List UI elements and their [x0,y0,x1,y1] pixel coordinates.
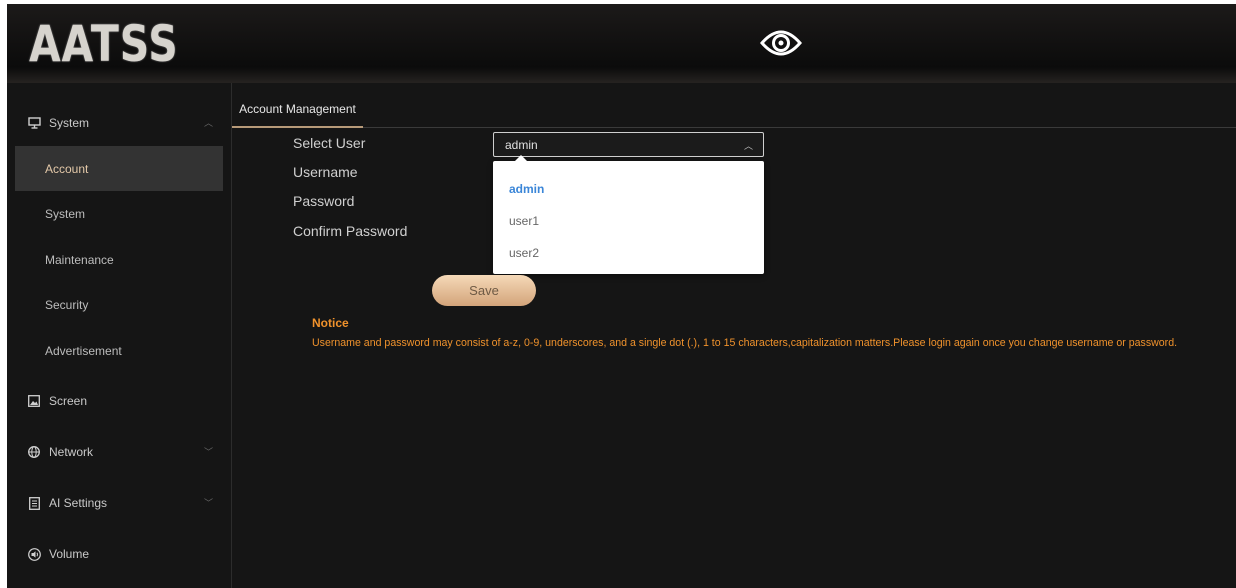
sidebar-item-volume[interactable]: Volume [7,531,223,577]
eye-icon[interactable] [759,23,803,63]
chevron-down-icon: ﹀ [203,447,213,457]
option-user2[interactable]: user2 [509,246,539,260]
confirm-password-label: Confirm Password [293,223,408,239]
speaker-icon [27,547,41,561]
password-label: Password [293,193,355,209]
username-label: Username [293,164,358,180]
sidebar-item-network[interactable]: Network ﹀ [7,429,223,475]
sidebar-item-label: Network [49,445,94,459]
notice-text: Username and password may consist of a-z… [312,337,1178,349]
select-user-dropdown[interactable]: admin ︿ [493,132,764,157]
save-button[interactable]: Save [432,275,536,306]
logo: AATSS [29,15,179,73]
sidebar-item-label: Screen [49,394,88,408]
sidebar-divider [231,83,232,588]
sidebar-item-maintenance[interactable]: Maintenance [15,237,223,282]
header: AATSS [7,4,1236,83]
monitor-icon [27,116,41,130]
image-icon [27,394,41,408]
tab-account-management[interactable]: Account Management [232,92,363,128]
sidebar-item-account[interactable]: Account [15,146,223,191]
select-user-value: admin [505,137,538,152]
chevron-down-icon: ﹀ [203,498,213,508]
sidebar-item-label: AI Settings [49,496,108,510]
sidebar-item-security[interactable]: Security [15,282,223,327]
sidebar-item-advertisement[interactable]: Advertisement [15,328,223,373]
chevron-up-icon: ︿ [743,141,753,151]
globe-icon [27,445,41,459]
sidebar-item-screen[interactable]: Screen [7,378,223,424]
sidebar-item-ai-settings[interactable]: AI Settings ﹀ [7,480,223,526]
select-user-label: Select User [293,135,366,151]
sidebar-item-label: Volume [49,547,90,561]
sidebar: System ︿ Account System Maintenance Secu… [7,83,231,588]
option-user1[interactable]: user1 [509,214,539,228]
notice-title: Notice [312,316,349,330]
document-icon [27,496,41,510]
user-options-menu: admin user1 user2 [493,155,764,274]
option-admin[interactable]: admin [509,182,544,196]
tab-divider [363,127,1236,128]
app-window: AATSS System ︿ Account System Maintenanc… [7,4,1236,588]
sidebar-item-system[interactable]: System ︿ [7,100,223,146]
sidebar-item-label: System [49,116,90,130]
sidebar-item-system-settings[interactable]: System [15,191,223,236]
dropdown-arrow [515,155,527,161]
chevron-up-icon: ︿ [203,118,213,128]
